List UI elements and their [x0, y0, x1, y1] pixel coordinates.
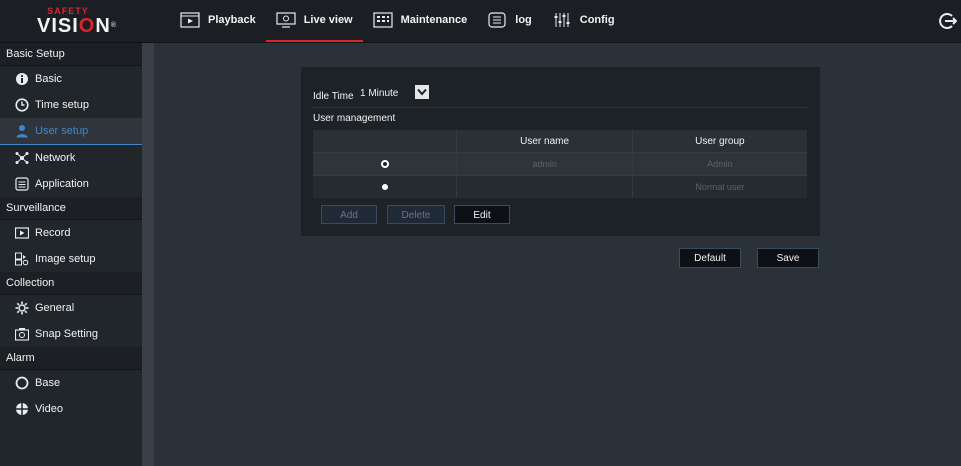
row-radio[interactable]	[381, 184, 388, 190]
user-name-cell: admin	[456, 153, 631, 175]
logout-icon[interactable]	[937, 11, 957, 31]
brand-logo-o: O	[78, 14, 96, 37]
sidebar-item-time-setup[interactable]: Time setup	[0, 92, 154, 118]
user-group-cell: Admin	[631, 153, 807, 175]
column-header-user-name: User name	[456, 130, 631, 152]
nav-playback[interactable]: Playback	[170, 0, 266, 42]
circle-icon	[15, 376, 29, 390]
row-select-cell	[313, 176, 456, 198]
nav-label: Playback	[208, 14, 256, 26]
sidebar-item-label: Base	[35, 377, 61, 389]
idle-time-dropdown-button[interactable]	[415, 85, 429, 99]
sidebar-section-surveillance[interactable]: Surveillance	[0, 197, 154, 220]
sidebar-item-label: Image setup	[35, 253, 96, 265]
info-icon	[16, 73, 28, 85]
application-icon	[15, 177, 29, 191]
brand-logo-reg: ®	[110, 21, 117, 29]
nav-label: Config	[579, 14, 615, 26]
user-icon	[16, 125, 28, 138]
nav-maintenance[interactable]: Maintenance	[363, 0, 478, 42]
user-management-label: User management	[313, 113, 396, 124]
main-nav: Playback Live view Maintenance log Confi…	[170, 0, 625, 42]
add-user-button[interactable]: Add	[321, 205, 377, 224]
edit-user-button[interactable]: Edit	[454, 205, 510, 224]
live-view-icon	[276, 12, 296, 28]
sidebar-item-label: Time setup	[35, 99, 90, 111]
sidebar-section-basic-setup[interactable]: Basic Setup	[0, 43, 154, 66]
sidebar-item-label: Video	[35, 403, 63, 415]
camera-icon	[15, 328, 29, 341]
brand-logo-part: N	[95, 14, 111, 37]
sidebar-item-label: General	[35, 302, 75, 314]
nav-label: Maintenance	[400, 14, 468, 26]
sidebar-item-network[interactable]: Network	[0, 145, 154, 171]
sidebar-item-label: Record	[35, 227, 71, 239]
nav-label: log	[515, 14, 532, 26]
sidebar-section-collection[interactable]: Collection	[0, 272, 154, 295]
save-button[interactable]: Save	[757, 248, 819, 268]
sidebar-item-video[interactable]: Video	[0, 396, 154, 422]
config-icon	[554, 13, 570, 27]
sidebar-item-label: Application	[35, 178, 89, 190]
user-setup-panel: Idle Time 1 Minute User management User …	[301, 67, 820, 236]
table-header: User name User group	[313, 130, 807, 152]
sidebar-item-general[interactable]: General	[0, 295, 154, 321]
sidebar-item-image-setup[interactable]: Image setup	[0, 246, 154, 272]
table-row[interactable]: admin Admin	[313, 152, 807, 175]
gear-icon	[15, 301, 29, 315]
sidebar-item-application[interactable]: Application	[0, 171, 154, 197]
clock-icon	[15, 98, 29, 112]
row-radio[interactable]	[380, 160, 389, 168]
log-icon	[488, 12, 506, 28]
maintenance-icon	[373, 12, 393, 28]
user-table: User name User group admin Admin Normal …	[313, 130, 807, 198]
delete-user-button[interactable]: Delete	[387, 205, 445, 224]
sidebar-item-user-setup[interactable]: User setup	[0, 118, 154, 145]
video-icon	[16, 403, 28, 415]
nav-log[interactable]: log	[477, 0, 542, 42]
user-group-cell: Normal user	[631, 176, 807, 198]
sidebar-scrollbar[interactable]	[142, 43, 154, 466]
brand-logo-part: VISI	[37, 14, 79, 37]
record-icon	[15, 227, 29, 239]
nav-config[interactable]: Config	[542, 0, 625, 42]
top-bar: SAFETY VISION® Playback Live view Mainte…	[0, 0, 961, 43]
sidebar-item-record[interactable]: Record	[0, 220, 154, 246]
user-name-cell	[456, 176, 631, 198]
sidebar-section-alarm[interactable]: Alarm	[0, 347, 154, 370]
column-header-select	[313, 130, 456, 152]
idle-time-select[interactable]: 1 Minute	[357, 86, 442, 102]
network-icon	[15, 152, 29, 164]
sidebar-item-basic[interactable]: Basic	[0, 66, 154, 92]
playback-icon	[180, 12, 200, 28]
chevron-down-icon	[417, 88, 427, 96]
sidebar: Basic Setup Basic Time setup User setup …	[0, 43, 154, 466]
nav-label: Live view	[303, 14, 353, 26]
default-button[interactable]: Default	[679, 248, 741, 268]
image-setup-icon	[15, 252, 29, 266]
sidebar-item-label: Snap Setting	[35, 328, 98, 340]
sidebar-item-base[interactable]: Base	[0, 370, 154, 396]
sidebar-item-label: Network	[35, 152, 76, 164]
table-row[interactable]: Normal user	[313, 175, 807, 198]
idle-time-label: Idle Time	[313, 91, 354, 102]
sidebar-item-label: Basic	[35, 73, 62, 85]
nav-live-view[interactable]: Live view	[265, 0, 363, 42]
column-header-user-group: User group	[631, 130, 807, 152]
sidebar-item-label: User setup	[35, 125, 89, 137]
brand-logo-main: VISION®	[37, 16, 117, 36]
divider	[313, 107, 807, 108]
sidebar-item-snap-setting[interactable]: Snap Setting	[0, 321, 154, 347]
row-select-cell	[313, 153, 456, 175]
brand-logo: SAFETY VISION®	[0, 0, 154, 42]
